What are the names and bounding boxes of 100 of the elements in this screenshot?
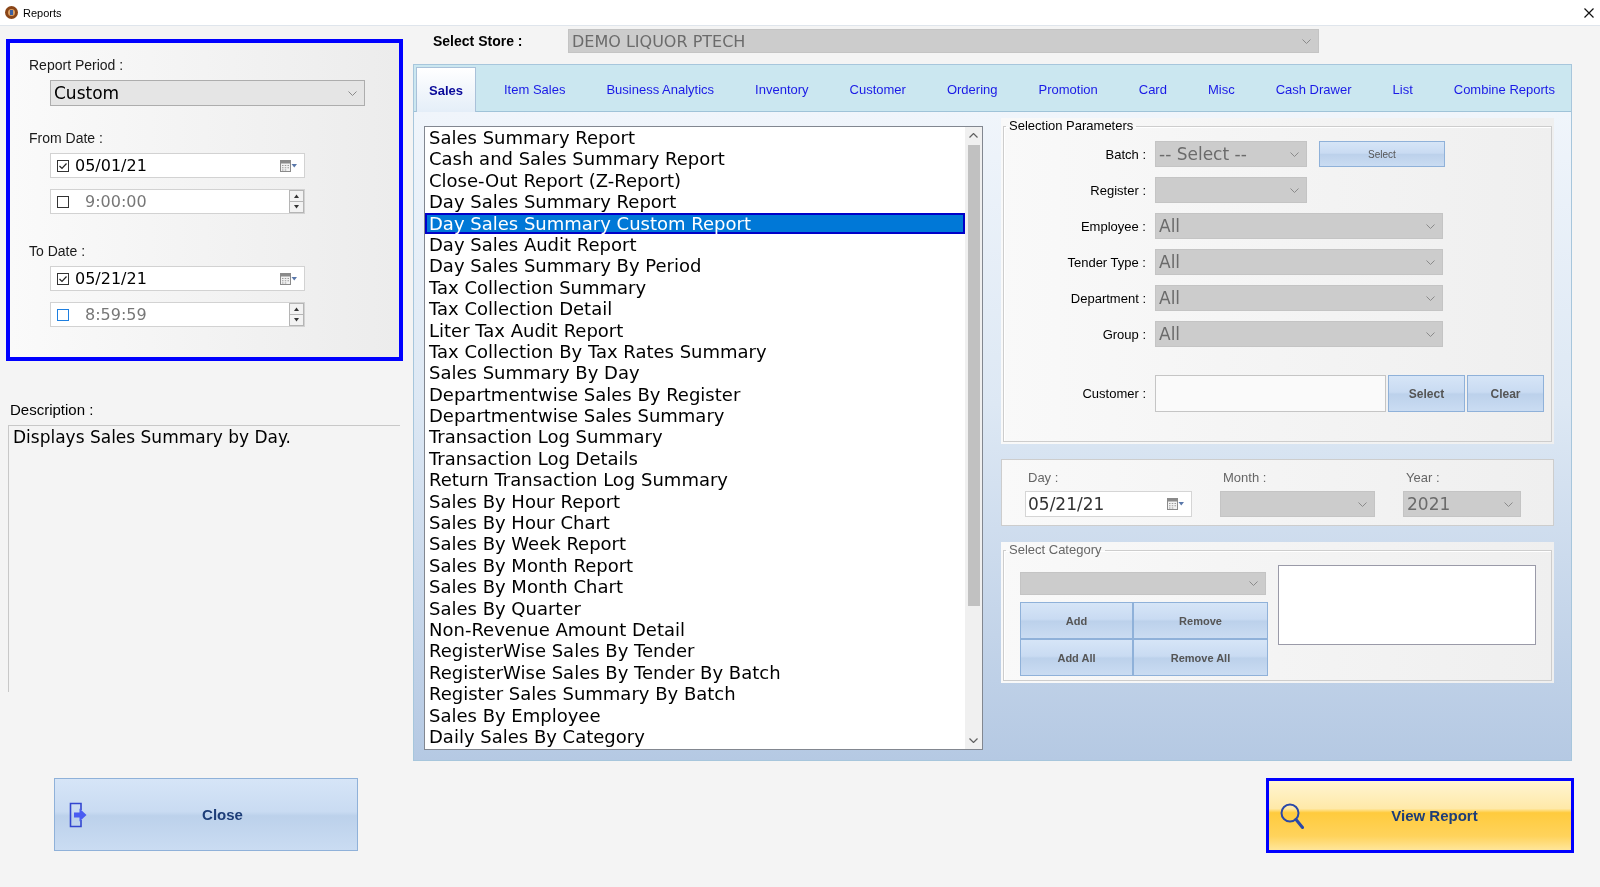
list-item[interactable]: Transaction Log Details [425,447,965,470]
list-item[interactable]: RegisterWise Sales By Tender By Batch [425,661,965,684]
list-item[interactable]: Daily Sales By Category [425,725,965,748]
view-report-button[interactable]: View Report [1266,778,1574,853]
list-item[interactable]: Tax Collection Detail [425,298,965,320]
tab[interactable]: Cash Drawer [1262,67,1365,111]
date-field[interactable]: 05/01/21 [50,153,305,178]
app-icon [5,6,18,19]
date-text: 05/21/21 [75,269,147,288]
action-button[interactable]: Remove [1133,602,1268,639]
list-item[interactable]: Day Sales Summary Report [425,191,965,213]
dropdown[interactable]: Custom [50,80,365,106]
chevron-down-icon [1249,581,1258,586]
tab[interactable]: Customer [836,67,919,111]
list-item[interactable]: Register Sales Summary By Batch [425,683,965,705]
list-item[interactable]: Sales By Quarter [425,597,965,619]
list-item[interactable]: Sales By Hour Report [425,490,965,513]
checkbox[interactable] [57,195,69,208]
tab[interactable]: Ordering [933,67,1011,111]
list-item[interactable]: Non-Revenue Amount Detail [425,619,965,641]
chevron-up-icon[interactable] [969,133,978,138]
action-button[interactable]: Remove All [1133,639,1268,676]
tab[interactable]: List [1379,67,1426,111]
date-field[interactable]: 05/21/21 [1025,491,1192,517]
time-text: 9:00:00 [85,192,147,211]
date-field[interactable]: 05/21/21 [50,266,305,291]
list-item[interactable]: Tax Collection By Tax Rates Summary [425,340,965,363]
close-button[interactable]: Close [54,778,358,851]
list-item[interactable]: Sales By Month Report [425,554,965,577]
search-icon [1280,802,1304,829]
action-button[interactable]: Add [1020,602,1133,639]
list-item[interactable]: Sales By Month Chart [425,576,965,598]
chevron-down-icon [348,90,357,96]
list-item[interactable]: Departmentwise Sales By Register [425,383,965,406]
tab[interactable]: Promotion [1025,67,1111,111]
spin-arrows-icon[interactable] [289,303,304,326]
checkbox[interactable] [57,272,69,285]
customer-field[interactable] [1155,375,1386,412]
action-button[interactable]: Add All [1020,639,1133,676]
list-item[interactable]: Transaction Log Summary [425,426,965,448]
close-icon[interactable] [1584,7,1594,18]
tab[interactable]: Business Analytics [593,67,728,111]
list-item[interactable]: Tax Collection Summary [425,276,965,299]
date-text: 05/01/21 [75,156,147,175]
list-item[interactable]: Cash and Sales Summary Report [425,148,965,170]
group-title: Selection Parameters [1008,118,1135,134]
calendar-dropdown-icon[interactable] [1167,498,1184,510]
time-field[interactable]: 9:00:00 [50,189,305,214]
time-field[interactable]: 8:59:59 [50,302,305,327]
list-item[interactable]: Departmentwise Sales Summary [425,405,965,427]
list-item[interactable]: Close-Out Report (Z-Report) [425,169,965,192]
category-list[interactable] [1278,565,1536,645]
list-item[interactable]: Sales By Hour Chart [425,512,965,534]
scrollbar[interactable] [965,127,982,749]
chevron-down-icon [1426,223,1435,229]
description-label: Description : [10,401,94,419]
tab[interactable]: Item Sales [491,67,579,111]
list-item[interactable]: Sales By Employee [425,704,965,726]
list-item[interactable]: Day Sales Summary Custom Report [425,212,965,234]
field-label: Register : [1089,182,1146,198]
field-label: Employee : [1079,218,1146,234]
tab[interactable]: Sales [416,67,476,112]
list-item[interactable]: Liter Tax Audit Report [425,319,965,341]
list-item[interactable]: Day Sales Audit Report [425,233,965,256]
field-label: Customer : [1081,386,1146,401]
chevron-down-icon[interactable] [969,738,978,743]
action-button[interactable]: Clear [1467,375,1544,412]
calendar-dropdown-icon[interactable] [280,272,297,285]
document-arrow-icon [68,801,88,828]
field-label: Report Period : [29,57,124,73]
chevron-down-icon [1426,295,1435,301]
field-label: Year : [1406,470,1440,486]
list-item[interactable]: Sales By Week Report [425,533,965,555]
checkbox[interactable] [57,308,69,321]
tab[interactable]: Inventory [742,67,822,111]
description-text: Displays Sales Summary by Day. [13,427,292,448]
scrollbar-thumb[interactable] [967,145,980,606]
calendar-dropdown-icon[interactable] [280,159,297,172]
list-item[interactable]: Day Sales Summary By Period [425,255,965,277]
tab[interactable]: Card [1125,67,1180,111]
checkbox[interactable] [57,159,69,172]
chevron-down-icon [1504,501,1513,507]
field-label: Tender Type : [1066,254,1146,270]
action-button[interactable]: Select [1388,375,1465,412]
chevron-down-icon [1290,187,1299,193]
time-text: 8:59:59 [85,305,147,324]
field-label: Select Store : [432,33,524,49]
list-item[interactable]: Sales Summary Report [425,127,965,149]
tab[interactable]: Combine Reports [1440,67,1568,111]
chevron-down-icon [1426,331,1435,337]
tab[interactable]: Misc [1194,67,1248,111]
spin-arrows-icon[interactable] [289,190,304,213]
chevron-down-icon [1302,38,1311,44]
field-label: Group : [1101,326,1146,342]
list-item[interactable]: Sales Summary By Day [425,362,965,384]
chevron-down-icon [1290,151,1299,157]
field-label: Department : [1069,290,1146,306]
field-label: From Date : [29,130,104,146]
list-item[interactable]: RegisterWise Sales By Tender [425,640,965,662]
list-item[interactable]: Return Transaction Log Summary [425,469,965,491]
